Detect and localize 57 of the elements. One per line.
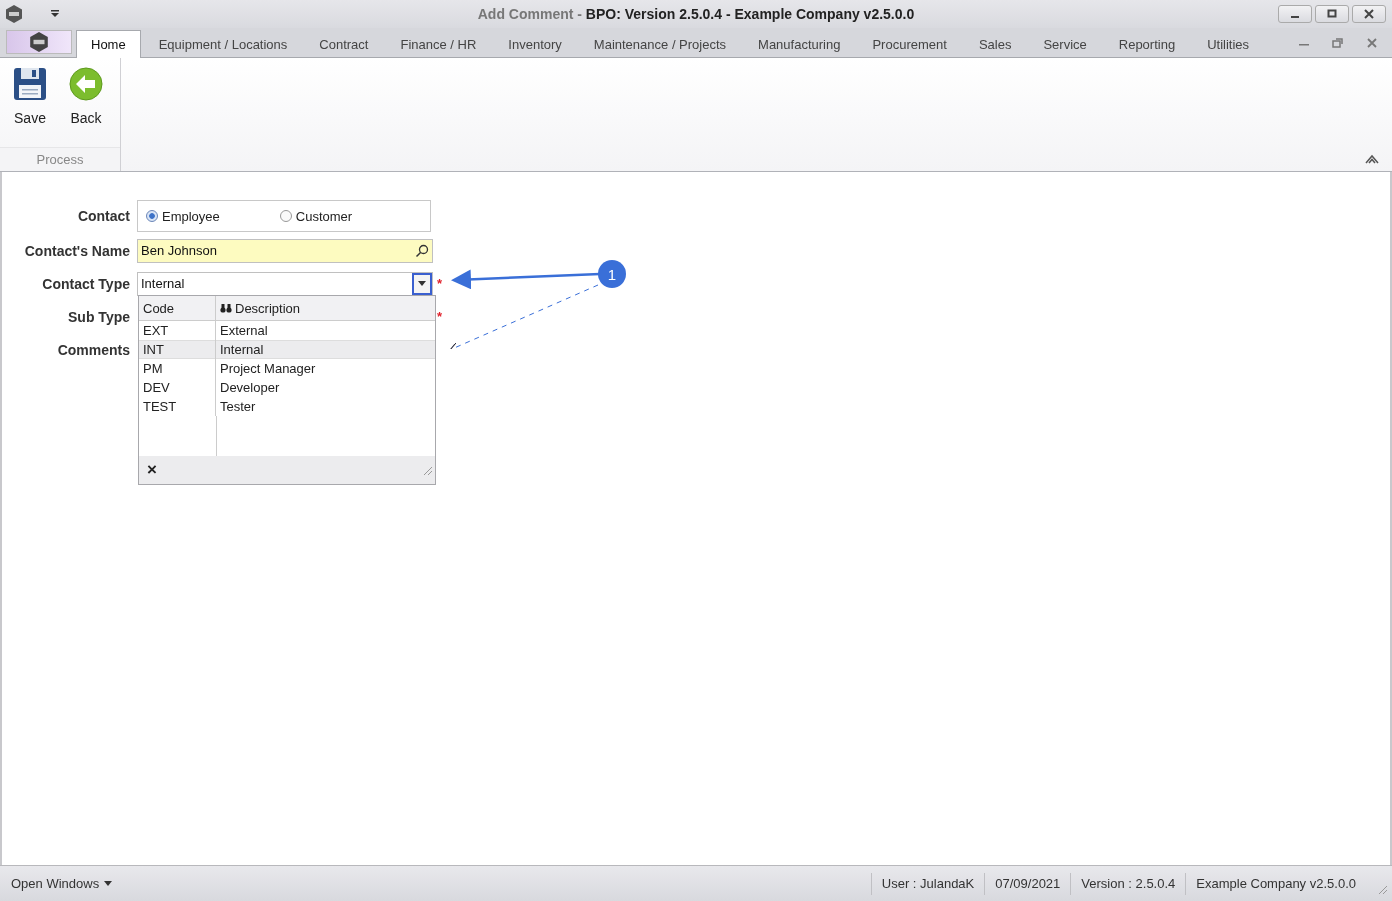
required-mark: * (437, 309, 443, 324)
caret-icon (104, 881, 113, 886)
list-row[interactable]: TEST Tester (139, 397, 435, 416)
minimize-button[interactable] (1278, 5, 1312, 23)
field-label: Comments (56, 341, 131, 358)
list-row[interactable]: DEV Developer (139, 378, 435, 397)
close-button[interactable] (1352, 5, 1386, 23)
status-item: 07/09/2021 (984, 872, 1071, 895)
resize-grip-icon[interactable] (421, 464, 433, 476)
maximize-button[interactable] (1315, 5, 1349, 23)
restore-icon[interactable] (1332, 37, 1344, 49)
dropdown-arrow-icon[interactable] (50, 10, 60, 18)
ribbon-tab[interactable]: Finance / HR (386, 31, 491, 57)
ribbon-tab[interactable]: Utilities (1193, 31, 1264, 57)
radio-option[interactable]: Customer (279, 208, 353, 224)
ribbon-tab[interactable]: Maintenance / Projects (579, 31, 741, 57)
required-mark: * (437, 276, 443, 291)
ribbon-tab[interactable]: Home (76, 30, 141, 58)
ribbon-tab[interactable]: Sales (964, 31, 1026, 57)
close-button[interactable]: × (147, 460, 157, 480)
app-logo-icon (28, 31, 50, 53)
field-label: Contact (76, 208, 131, 224)
ribbon-tab[interactable]: Service (1029, 31, 1101, 57)
field-label: Contact Type (41, 275, 131, 292)
application-menu-button[interactable] (6, 30, 72, 54)
ribbon-tab[interactable]: Procurement (858, 31, 961, 57)
close-icon[interactable] (1366, 37, 1378, 49)
back-button[interactable]: Back (62, 66, 110, 147)
ribbon-tab[interactable]: Inventory (494, 31, 576, 57)
list-row[interactable]: INT Internal (139, 340, 435, 359)
maximize-icon (1327, 9, 1337, 19)
field-label: Sub Type (67, 308, 131, 325)
column-header[interactable]: Description (216, 296, 435, 320)
minimize-icon (1291, 16, 1299, 18)
status-item: User : JulandaK (870, 872, 985, 895)
ribbon-tab[interactable]: Equipment / Locations (144, 31, 302, 57)
status-item: Example Company v2.5.0.0 (1185, 872, 1366, 895)
column-header[interactable]: Code (139, 296, 216, 320)
window-title: Add Comment - BPO: Version 2.5.0.4 - Example Company v2.5.0.0 (476, 6, 916, 22)
radio-option[interactable]: Employee (146, 208, 220, 224)
annotation-badge: 1 (598, 260, 626, 288)
save-button[interactable]: Save (6, 66, 54, 147)
search-icon[interactable] (415, 243, 429, 258)
field-label: Contact's Name (23, 242, 131, 259)
app-logo-icon[interactable] (4, 4, 24, 24)
contact-name-field[interactable]: Ben Johnson (137, 238, 433, 263)
binoculars-icon (220, 303, 232, 313)
open-windows-button[interactable]: Open Windows (0, 876, 113, 891)
ribbon-tab[interactable]: Manufacturing (744, 31, 855, 57)
list-row[interactable]: PM Project Manager (139, 359, 435, 378)
dropdown-button[interactable] (412, 272, 432, 295)
collapse-ribbon-icon[interactable] (1364, 153, 1380, 165)
status-item: Version : 2.5.0.4 (1070, 872, 1186, 895)
caret-icon (418, 281, 426, 286)
ribbon-tab[interactable]: Contract (305, 31, 383, 57)
close-icon (1364, 9, 1374, 19)
ribbon-tab[interactable]: Reporting (1104, 31, 1190, 57)
